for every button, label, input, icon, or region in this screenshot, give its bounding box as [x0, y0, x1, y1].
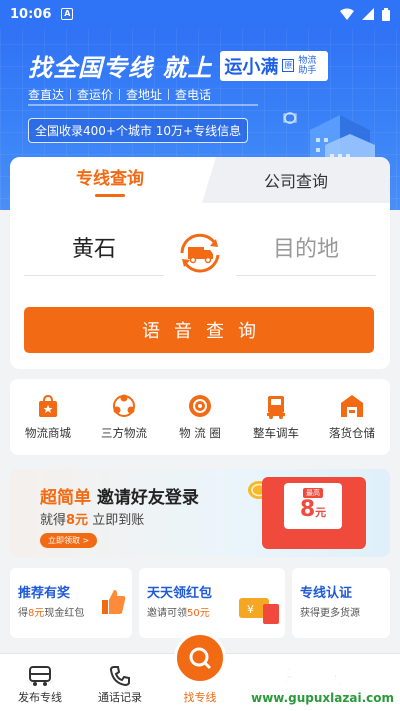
category-logistics-mall[interactable]: 物流商城	[13, 393, 83, 441]
promo-sub-amount: 8元	[28, 608, 45, 619]
origin-underline	[24, 275, 164, 276]
red-packet: 最高 8元	[262, 477, 366, 549]
battery-icon	[382, 7, 390, 21]
category-full-truck[interactable]: 整车调车	[241, 393, 311, 441]
promo-title: 天天领红包	[147, 586, 213, 601]
brand-badge: 运小满 原 物流助手	[220, 50, 329, 81]
tab-company-search[interactable]: 公司查询	[202, 157, 390, 203]
feature-underline	[28, 104, 258, 106]
store-bag-icon	[39, 394, 57, 417]
watermark-title: 谷普软件园	[269, 662, 394, 691]
red-packet-number: 8	[299, 496, 316, 522]
promo-sub-prefix: 邀请可领	[147, 608, 187, 619]
promo-title: 专线认证	[300, 586, 353, 601]
bottom-navigation: 发布专线 通话记录 找专线 谷普软件园 www.gupuxlazai.com	[0, 632, 400, 711]
category-label: 整车调车	[253, 426, 299, 440]
status-time: 10:06	[10, 6, 52, 22]
status-bar: 10:06 A	[0, 0, 400, 28]
svg-text:¥: ¥	[247, 603, 254, 616]
tab-route-search[interactable]: 专线查询	[10, 157, 210, 203]
headline-text: 找全国专线 就上	[28, 54, 213, 82]
banner-headline: 找全国专线 就上 运小满 原 物流助手	[28, 48, 329, 83]
watermark-url: www.gupuxlazai.com	[251, 691, 394, 705]
swap-truck-icon[interactable]	[172, 225, 228, 281]
feature-separator	[70, 89, 72, 100]
red-packet-amount: 8元	[299, 496, 327, 525]
invite-title-highlight: 超简单	[40, 488, 91, 508]
nav-label: 找专线	[183, 691, 217, 704]
site-watermark: 谷普软件园 www.gupuxlazai.com	[251, 656, 394, 706]
route-row: 黄石 目的地	[10, 203, 390, 295]
feature-item: 查运价	[77, 88, 114, 102]
invite-title-rest: 邀请好友登录	[91, 488, 199, 508]
promo-subtitle: 得8元现金红包	[18, 604, 84, 619]
category-logistics-circle[interactable]: 物 流 圈	[165, 393, 235, 441]
nav-call-records[interactable]: 通话记录	[80, 654, 160, 711]
signal-icon	[362, 8, 374, 20]
promo-sub-suffix: 现金红包	[44, 608, 85, 619]
category-label: 物 流 圈	[179, 426, 221, 440]
category-warehouse[interactable]: 落货仓储	[317, 393, 387, 441]
category-label: 三方物流	[101, 426, 147, 440]
truck-icon	[267, 396, 285, 419]
warehouse-icon	[341, 395, 363, 417]
promo-sub-prefix: 得	[18, 608, 28, 619]
invite-friends-banner[interactable]: 超简单 邀请好友登录 就得8元 立即到账 立即领取 > 最高 8元	[10, 469, 390, 557]
category-third-party[interactable]: 三方物流	[89, 393, 159, 441]
notification-a-icon: A	[61, 8, 74, 20]
nav-publish-line[interactable]: 发布专线	[0, 654, 80, 711]
invite-sub-suffix: 立即到账	[88, 513, 145, 528]
feature-separator	[168, 89, 170, 100]
nav-label: 发布专线	[18, 691, 62, 704]
network-icon	[113, 394, 135, 417]
voice-search-button[interactable]: 语音查询	[24, 307, 374, 353]
invite-subtitle: 就得8元 立即到账	[40, 509, 144, 528]
promo-referral-reward[interactable]: 推荐有奖 得8元现金红包	[10, 568, 132, 638]
tab-route-search-label: 专线查询	[76, 168, 144, 189]
invite-title: 超简单 邀请好友登录	[40, 483, 199, 508]
red-envelope-icon: ¥	[239, 598, 279, 624]
destination-underline	[236, 275, 376, 276]
status-icons	[340, 7, 390, 21]
find-line-fab[interactable]	[174, 632, 226, 684]
promo-subtitle: 获得更多货源	[300, 608, 360, 619]
search-tabs: 专线查询 公司查询	[10, 157, 390, 203]
feature-item: 查电话	[175, 88, 212, 102]
invite-sub-prefix: 就得	[40, 513, 67, 528]
category-label: 落货仓储	[329, 426, 375, 440]
promo-title: 推荐有奖	[18, 586, 71, 601]
banner-features: 查直达 查运价 查地址 查电话	[28, 86, 211, 103]
phone-icon	[109, 666, 130, 687]
brand-subtitle: 物流助手	[298, 55, 317, 76]
destination-city-field[interactable]: 目的地	[236, 231, 376, 263]
circle-camera-icon	[189, 395, 211, 417]
promo-line-certification[interactable]: 专线认证 获得更多货源	[292, 568, 390, 638]
feature-item: 查地址	[126, 88, 163, 102]
nav-label: 通话记录	[98, 691, 142, 704]
route-search-card: 专线查询 公司查询 黄石 目的地 语音查询	[10, 157, 390, 369]
feature-item: 查直达	[28, 88, 65, 102]
nav-find-line[interactable]: 找专线	[160, 632, 240, 711]
promo-subtitle: 邀请可领50元	[147, 604, 210, 619]
truck-outline-icon	[29, 666, 51, 686]
claim-now-button[interactable]: 立即领取 >	[40, 533, 98, 548]
red-packet-unit: 元	[315, 505, 327, 519]
wifi-icon	[340, 8, 354, 20]
origin-city-field[interactable]: 黄石	[24, 231, 164, 263]
invite-sub-amount: 8元	[66, 513, 89, 528]
cities-pill: 全国收录400+个城市 10万+专线信息	[28, 118, 249, 143]
promo-daily-red-packet[interactable]: 天天领红包 邀请可领50元 ¥	[139, 568, 285, 638]
brand-name: 运小满	[224, 56, 279, 78]
tab-active-indicator	[95, 193, 125, 197]
promo-sub-amount: 50元	[187, 608, 210, 619]
feature-separator	[119, 89, 121, 100]
thumbs-up-icon	[102, 590, 126, 614]
brand-yuan-mark: 原	[282, 59, 295, 72]
red-packet-card: 最高 8元	[284, 483, 342, 529]
search-icon	[189, 647, 212, 670]
category-grid: 物流商城 三方物流 物 流 圈 整车调车 落货仓储	[10, 379, 390, 455]
category-label: 物流商城	[25, 426, 71, 440]
